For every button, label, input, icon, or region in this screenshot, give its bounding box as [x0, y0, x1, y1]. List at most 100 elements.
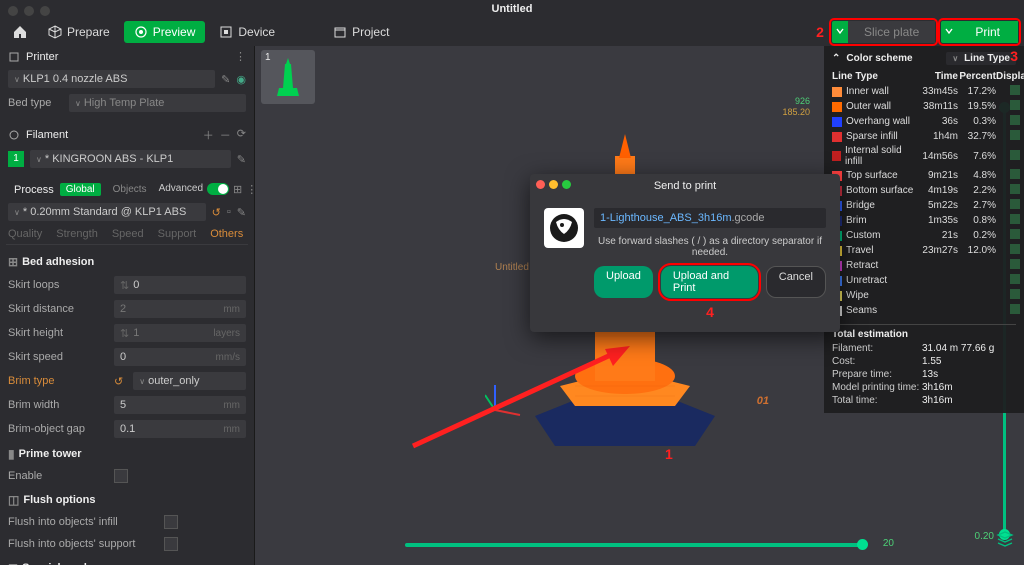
- display-checkbox[interactable]: [1010, 244, 1020, 254]
- reset-icon[interactable]: ↺: [114, 375, 123, 388]
- tab-project[interactable]: Project: [323, 21, 399, 43]
- scheme-dropdown[interactable]: ∨ Line Type: [946, 52, 1016, 65]
- menu-icon[interactable]: ⋮: [246, 183, 255, 196]
- est-mpt-k: Model printing time:: [832, 382, 922, 393]
- print-dropdown[interactable]: [941, 21, 957, 43]
- display-checkbox[interactable]: [1010, 289, 1020, 299]
- scheme-row: Sparse infill1h4m32.7%: [832, 129, 1016, 144]
- wifi-icon[interactable]: ⋮: [235, 50, 246, 63]
- skirt-loops-input[interactable]: ⇅0: [114, 276, 246, 294]
- process-edit-icon[interactable]: ✎: [237, 206, 246, 219]
- tab-preview[interactable]: Preview: [124, 21, 206, 43]
- collapse-icon[interactable]: ⌃: [832, 53, 840, 64]
- filament-swatch[interactable]: 1: [8, 151, 24, 167]
- skirt-speed-input[interactable]: 0mm/s: [114, 348, 246, 366]
- filament-section-header: Filament ＋ － ⟳: [6, 123, 248, 147]
- display-checkbox[interactable]: [1010, 259, 1020, 269]
- filament-select[interactable]: ∨* KINGROON ABS - KLP1: [30, 150, 231, 168]
- remove-filament-button[interactable]: －: [220, 127, 231, 143]
- objects-tag[interactable]: Objects: [107, 183, 153, 196]
- process-tabs: Quality Strength Speed Support Others: [6, 224, 248, 245]
- display-checkbox[interactable]: [1010, 169, 1020, 179]
- display-checkbox[interactable]: [1010, 184, 1020, 194]
- home-button[interactable]: [6, 20, 34, 44]
- advanced-toggle[interactable]: [207, 183, 229, 195]
- special-mode-header: ⊟Special mode: [6, 555, 248, 565]
- filament-edit-icon[interactable]: ✎: [237, 153, 246, 166]
- edit-icon[interactable]: ✎: [221, 73, 230, 86]
- display-checkbox[interactable]: [1010, 199, 1020, 209]
- bedtype-value: High Temp Plate: [84, 97, 165, 109]
- process-label: Process: [14, 184, 54, 196]
- global-tag[interactable]: Global: [60, 183, 101, 196]
- home-icon: [12, 24, 28, 40]
- tab-others[interactable]: Others: [210, 228, 243, 240]
- printer-select[interactable]: ∨KLP1 0.4 nozzle ABS: [8, 70, 215, 88]
- undo-icon[interactable]: ↺: [212, 206, 221, 219]
- save-icon[interactable]: ▫: [227, 206, 231, 218]
- layer-view-icon[interactable]: [996, 530, 1014, 553]
- brim-type-label: Brim type: [8, 375, 108, 387]
- flush-infill-checkbox[interactable]: [164, 515, 178, 529]
- advanced-label: Advanced: [159, 183, 203, 196]
- color-scheme-panel: ⌃ Color scheme ∨ Line Type Line Type Tim…: [824, 46, 1024, 413]
- tab-strength[interactable]: Strength: [56, 228, 98, 240]
- cancel-button[interactable]: Cancel: [766, 266, 826, 298]
- brim-width-input[interactable]: 5mm: [114, 396, 246, 414]
- display-checkbox[interactable]: [1010, 214, 1020, 224]
- filename-input[interactable]: 1-Lighthouse_ABS_3h16m.gcode: [594, 208, 826, 228]
- compare-icon[interactable]: ⊞: [233, 183, 242, 196]
- display-checkbox[interactable]: [1010, 274, 1020, 284]
- scheme-row: Brim1m35s0.8%: [832, 213, 1016, 228]
- add-filament-button[interactable]: ＋: [203, 127, 214, 143]
- skirt-distance-input[interactable]: 2mm: [114, 300, 246, 318]
- prime-enable-checkbox[interactable]: [114, 469, 128, 483]
- tab-prepare[interactable]: Prepare: [38, 21, 120, 43]
- tab-device[interactable]: Device: [209, 21, 285, 43]
- display-checkbox[interactable]: [1010, 85, 1020, 95]
- skirt-height-input[interactable]: ⇅1layers: [114, 324, 246, 342]
- th-display: Display: [996, 71, 1024, 82]
- skirt-height-label: Skirt height: [8, 327, 108, 339]
- print-label: Print: [957, 21, 1018, 43]
- tab-project-label: Project: [352, 25, 389, 39]
- display-checkbox[interactable]: [1010, 100, 1020, 110]
- hslider-knob[interactable]: [857, 539, 868, 550]
- process-select[interactable]: ∨* 0.20mm Standard @ KLP1 ABS: [8, 203, 206, 221]
- scheme-row: Wipe: [832, 288, 1016, 303]
- tab-support[interactable]: Support: [158, 228, 197, 240]
- display-checkbox[interactable]: [1010, 304, 1020, 314]
- project-icon: [333, 25, 347, 39]
- tab-quality[interactable]: Quality: [8, 228, 42, 240]
- bedtype-select[interactable]: ∨High Temp Plate: [69, 94, 246, 112]
- upload-button[interactable]: Upload: [594, 266, 653, 298]
- th-linetype: Line Type: [832, 71, 914, 82]
- sync-filament-button[interactable]: ⟳: [237, 127, 246, 143]
- axis-gizmo: [485, 380, 525, 420]
- display-checkbox[interactable]: [1010, 229, 1020, 239]
- slice-dropdown[interactable]: [832, 21, 848, 43]
- display-checkbox[interactable]: [1010, 150, 1020, 160]
- viewport-3d[interactable]: 1 Untitled: [255, 46, 1024, 565]
- brim-gap-input[interactable]: 0.1mm: [114, 420, 246, 438]
- bedtype-label: Bed type: [8, 97, 63, 109]
- process-value: * 0.20mm Standard @ KLP1 ABS: [23, 206, 186, 218]
- flush-support-label: Flush into objects' support: [8, 538, 158, 550]
- moves-horizontal-slider[interactable]: 20: [405, 539, 864, 551]
- display-checkbox[interactable]: [1010, 130, 1020, 140]
- scheme-row: Custom21s0.2%: [832, 228, 1016, 243]
- upload-and-print-button[interactable]: Upload and Print: [661, 266, 758, 298]
- device-icon: [219, 25, 233, 39]
- window-traffic-lights: [8, 6, 50, 16]
- skirt-loops-label: Skirt loops: [8, 279, 108, 291]
- scheme-row: Internal solid infill14m56s7.6%: [832, 144, 1016, 168]
- flush-support-checkbox[interactable]: [164, 537, 178, 551]
- plate-thumbnail-1[interactable]: 1: [261, 50, 315, 104]
- scheme-row: Seams: [832, 303, 1016, 318]
- display-checkbox[interactable]: [1010, 115, 1020, 125]
- brim-type-select[interactable]: ∨outer_only: [133, 372, 246, 390]
- print-button[interactable]: Print: [941, 21, 1018, 43]
- filament-value: * KINGROON ABS - KLP1: [45, 153, 173, 165]
- tab-speed[interactable]: Speed: [112, 228, 144, 240]
- slice-plate-button[interactable]: Slice plate: [832, 21, 935, 43]
